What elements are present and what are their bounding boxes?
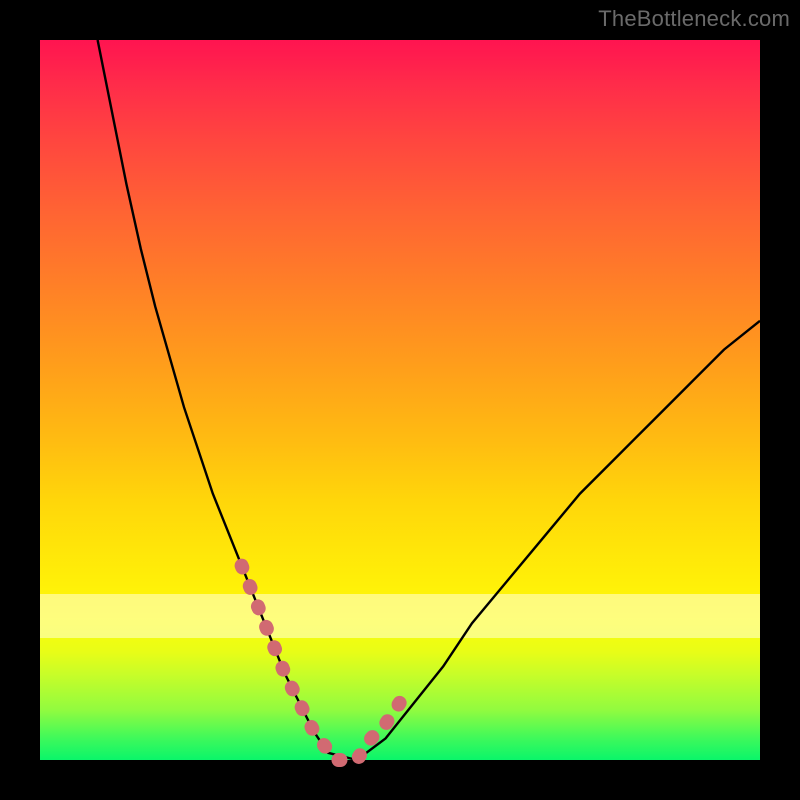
bottleneck-curve [98, 40, 760, 760]
highlight-markers [242, 566, 400, 760]
watermark-text: TheBottleneck.com [598, 6, 790, 32]
bottleneck-curve-svg [40, 40, 760, 760]
plot-area [40, 40, 760, 760]
chart-frame: TheBottleneck.com [0, 0, 800, 800]
